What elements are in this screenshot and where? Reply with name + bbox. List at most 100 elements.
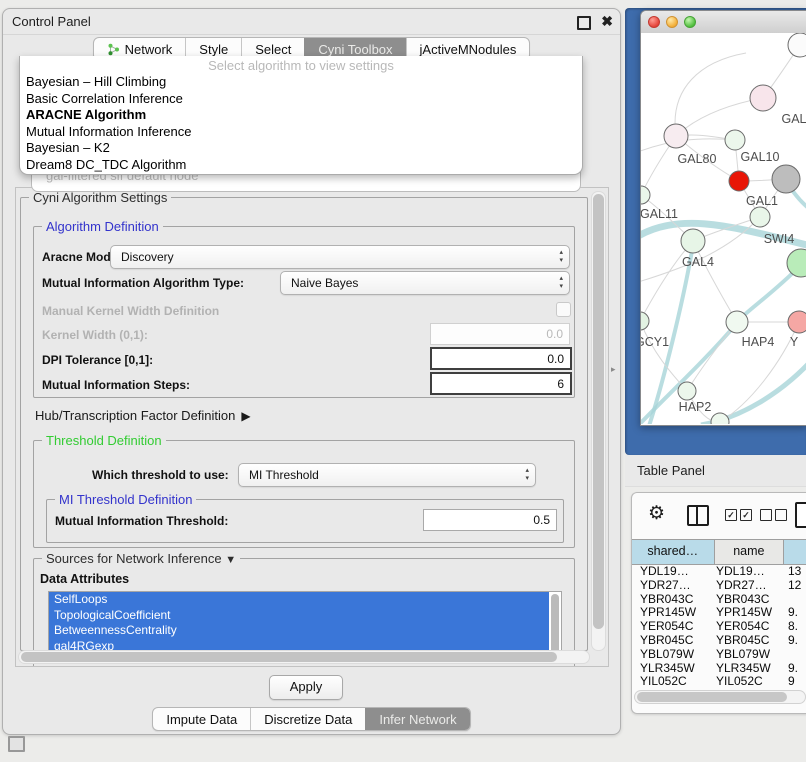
table-cell: 9.: [788, 633, 798, 647]
network-node-gal[interactable]: [750, 85, 776, 111]
data-attributes-list[interactable]: SelfLoopsTopologicalCoefficientBetweenne…: [48, 591, 562, 659]
settings-horizontal-scrollbar[interactable]: [18, 650, 590, 664]
table-row[interactable]: YLR345WYLR345W9.: [632, 661, 806, 675]
restore-panel-icon[interactable]: [8, 736, 25, 752]
dropdown-prompt: Select algorithm to view settings: [20, 56, 582, 74]
dropdown-item[interactable]: Bayesian – Hill Climbing: [20, 74, 582, 91]
select-all-icon[interactable]: ✓: [740, 509, 752, 521]
table-cell: YDR27…: [640, 578, 691, 592]
dropdown-item[interactable]: Basic Correlation Inference: [20, 91, 582, 108]
mi-algorithm-type-combo[interactable]: Naive Bayes ▴ ▾: [280, 271, 570, 295]
network-node[interactable]: [788, 33, 806, 57]
window-close-icon[interactable]: ✖: [601, 12, 613, 30]
column-header-name[interactable]: name: [715, 540, 785, 564]
table-row[interactable]: YPR145W YPR145W 9.: [632, 605, 806, 619]
network-node[interactable]: [729, 171, 749, 191]
network-node-hap2[interactable]: [678, 382, 696, 400]
deselect-all-icon[interactable]: [775, 509, 787, 521]
algorithm-definition-group: Algorithm Definition Aracne Mode: Discov…: [33, 226, 575, 398]
dropdown-item[interactable]: Dream8 DC_TDC Algorithm: [20, 157, 582, 174]
mi-steps-field[interactable]: 6: [430, 372, 572, 395]
network-node-gal4[interactable]: [681, 229, 705, 253]
list-scrollbar[interactable]: [551, 594, 559, 656]
tab-infer-network[interactable]: Infer Network: [365, 708, 469, 730]
network-node-hap4[interactable]: [726, 311, 748, 333]
table-row[interactable]: YBL079WYBL079W: [632, 647, 806, 661]
table-cell: YIL052C: [716, 674, 763, 688]
attribute-list-item[interactable]: BetweennessCentrality: [49, 623, 549, 639]
tab-label: Style: [199, 42, 228, 57]
table-cell: 9: [788, 674, 795, 688]
collapse-arrow-icon[interactable]: ▼: [225, 554, 236, 566]
attribute-list-item[interactable]: TopologicalCoefficient: [49, 608, 549, 624]
deselect-all-icon[interactable]: [760, 509, 772, 521]
network-node-gal80[interactable]: [664, 124, 688, 148]
dropdown-item[interactable]: ARACNE Algorithm: [20, 107, 582, 124]
network-node-gcy1[interactable]: [641, 312, 649, 330]
settings-vertical-scrollbar[interactable]: [591, 191, 606, 651]
combo-arrows-icon: ▴ ▾: [559, 249, 563, 265]
table-row[interactable]: YBR043CYBR043C: [632, 592, 806, 606]
network-canvas[interactable]: GALGAL80GAL10GAL1GAL11GAL4SWI4GCY1HAP4YH…: [641, 33, 806, 425]
minimize-button[interactable]: [666, 16, 678, 28]
table-cell: YDL19…: [716, 564, 765, 578]
mi-threshold-field[interactable]: 0.5: [423, 509, 557, 531]
mi-threshold-group-title: MI Threshold Definition: [55, 492, 196, 507]
network-node-gal10[interactable]: [725, 130, 745, 150]
which-threshold-combo[interactable]: MI Threshold ▴ ▾: [238, 463, 536, 487]
network-node[interactable]: [711, 413, 729, 424]
network-window-titlebar: [641, 11, 806, 34]
network-view-window: GALGAL80GAL10GAL1GAL11GAL4SWI4GCY1HAP4YH…: [640, 10, 806, 426]
threshold-definition-group: Threshold Definition Which threshold to …: [33, 440, 575, 548]
table-cell: 9.: [788, 605, 798, 619]
network-node[interactable]: [772, 165, 800, 193]
window-float-icon[interactable]: [577, 16, 591, 30]
close-button[interactable]: [648, 16, 660, 28]
table-cell: YPR145W: [716, 605, 772, 619]
table-toolbar: ⚙ ✓ ✓: [632, 493, 806, 537]
select-all-icon[interactable]: ✓: [725, 509, 737, 521]
tab-impute-data[interactable]: Impute Data: [153, 708, 250, 730]
algorithm-dropdown-popup: Select algorithm to view settings Bayesi…: [19, 56, 583, 175]
new-table-icon[interactable]: [795, 502, 806, 528]
network-node-gal1[interactable]: [750, 207, 770, 227]
mi-threshold-label: Mutual Information Threshold:: [55, 514, 228, 528]
column-header-partial[interactable]: [784, 540, 806, 564]
dropdown-item[interactable]: Bayesian – K2: [20, 140, 582, 157]
node-label: GCY1: [641, 335, 669, 349]
table-horizontal-scrollbar[interactable]: [634, 690, 806, 704]
dpi-tolerance-field[interactable]: 0.0: [430, 347, 572, 370]
manual-kernel-label: Manual Kernel Width Definition: [42, 304, 219, 318]
network-node-swi4[interactable]: [787, 249, 806, 277]
table-cell: YPR145W: [640, 605, 696, 619]
table-row[interactable]: YER054CYER054C8.: [632, 619, 806, 633]
table-cell: YBL079W: [640, 647, 694, 661]
tab-discretize-data[interactable]: Discretize Data: [250, 708, 365, 730]
tab-label: Network: [125, 42, 173, 57]
column-header-shared-name[interactable]: shared…: [632, 540, 715, 564]
cyni-settings-group-title: Cyni Algorithm Settings: [29, 190, 171, 205]
table-cell: YBR045C: [716, 633, 769, 647]
zoom-button[interactable]: [684, 16, 696, 28]
dropdown-item[interactable]: Mutual Information Inference: [20, 124, 582, 141]
control-panel-titlebar: Control Panel ✖: [3, 9, 620, 35]
table-row[interactable]: YIL052C YIL052C 9: [632, 674, 806, 688]
kernel-width-field[interactable]: 0.0: [430, 323, 570, 345]
hub-definition-expander[interactable]: Hub/Transcription Factor Definition▶: [35, 408, 251, 423]
table-row[interactable]: YDL19…YDL19…13: [632, 564, 806, 578]
manual-kernel-checkbox[interactable]: [556, 302, 571, 317]
apply-button[interactable]: Apply: [269, 675, 343, 700]
combo-arrows-icon: ▴ ▾: [559, 275, 563, 291]
attribute-list-item[interactable]: SelfLoops: [49, 592, 549, 608]
network-node-y[interactable]: [788, 311, 806, 333]
table-row[interactable]: YDR27…YDR27…12: [632, 578, 806, 592]
table-cell: YBR043C: [640, 592, 693, 606]
panel-splitter-arrow[interactable]: ▸: [611, 364, 616, 375]
which-threshold-label: Which threshold to use:: [92, 468, 229, 482]
aracne-mode-combo[interactable]: Discovery ▴ ▾: [110, 245, 570, 269]
node-label: GAL1: [746, 194, 778, 208]
table-row[interactable]: YBR045CYBR045C9.: [632, 633, 806, 647]
split-columns-icon[interactable]: [687, 505, 709, 526]
table-cell: YIL052C: [640, 674, 687, 688]
gear-icon[interactable]: ⚙: [648, 503, 665, 525]
